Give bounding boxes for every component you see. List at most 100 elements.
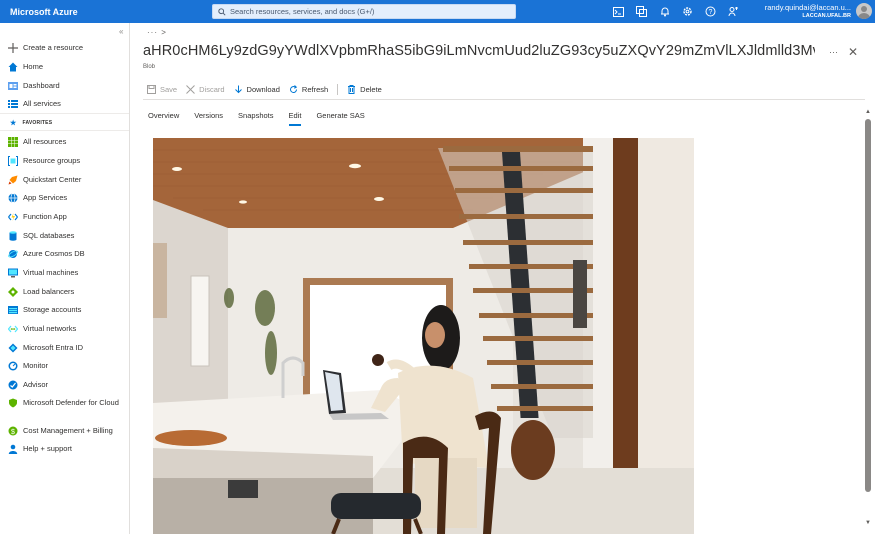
sidebar-item-storage-accounts[interactable]: Storage accounts: [8, 305, 81, 319]
user-tenant: LACCAN.UFAL.BR: [802, 13, 851, 19]
sidebar-item-label: Help + support: [23, 444, 72, 453]
sidebar-item-cost-management[interactable]: $ Cost Management + Billing: [8, 426, 113, 440]
feedback-icon[interactable]: [727, 5, 740, 18]
cloud-shell-icon[interactable]: [612, 5, 625, 18]
discard-button[interactable]: Discard: [186, 84, 225, 94]
sidebar-item-app-services[interactable]: App Services: [8, 193, 67, 207]
tab-overview[interactable]: Overview: [148, 111, 179, 126]
more-options-button[interactable]: ···: [829, 47, 838, 57]
tab-edit[interactable]: Edit: [288, 111, 302, 126]
blob-image-preview: [153, 138, 694, 534]
vertical-scrollbar-thumb[interactable]: [865, 119, 871, 492]
sidebar-item-label: Monitor: [23, 361, 49, 370]
trash-icon: [348, 84, 356, 94]
monitor-icon: [8, 268, 18, 278]
save-label: Save: [160, 84, 178, 94]
refresh-icon: [289, 84, 298, 93]
sidebar-item-label: Azure Cosmos DB: [23, 249, 85, 258]
sidebar-item-quickstart-center[interactable]: Quickstart Center: [8, 175, 81, 189]
refresh-button[interactable]: Refresh: [289, 85, 328, 94]
download-icon: [234, 85, 242, 93]
sidebar-item-load-balancers[interactable]: Load balancers: [8, 287, 74, 301]
close-icon[interactable]: ✕: [848, 45, 858, 59]
brand-link[interactable]: Microsoft Azure: [0, 7, 210, 17]
function-icon: [8, 212, 18, 222]
save-button[interactable]: Save: [147, 84, 178, 94]
toolbar-divider-line: [143, 99, 865, 100]
sidebar-item-advisor[interactable]: Advisor: [8, 380, 48, 394]
sidebar-item-all-services[interactable]: All services: [8, 99, 61, 113]
cosmos-icon: [8, 249, 18, 259]
kitchen-photo: [153, 138, 694, 534]
dashboard-icon: [8, 81, 18, 91]
main-content: ··· > aHR0cHM6Ly9zdG9yYWdlXVpbmRhaS5ibG9…: [131, 23, 875, 534]
person-help-icon: [8, 444, 18, 454]
global-search-input[interactable]: Search resources, services, and docs (G+…: [212, 4, 516, 19]
tab-generate-sas[interactable]: Generate SAS: [316, 111, 364, 126]
svg-text:$: $: [11, 429, 15, 436]
tab-snapshots[interactable]: Snapshots: [238, 111, 273, 126]
download-label: Download: [246, 84, 280, 94]
collapse-sidebar-icon[interactable]: «: [119, 27, 123, 36]
sidebar-item-virtual-machines[interactable]: Virtual machines: [8, 268, 78, 282]
svg-text:?: ?: [709, 9, 713, 16]
star-icon: ★: [10, 120, 17, 127]
sidebar-divider: [0, 130, 129, 131]
sidebar-item-create-resource[interactable]: Create a resource: [8, 43, 83, 57]
directory-filter-icon[interactable]: [635, 5, 648, 18]
sidebar-item-dashboard[interactable]: Dashboard: [8, 81, 60, 95]
account-menu[interactable]: randy.quindai@laccan.u... LACCAN.UFAL.BR: [765, 3, 851, 21]
sidebar-item-label: Dashboard: [23, 81, 60, 90]
resource-group-icon: [8, 156, 18, 166]
avatar[interactable]: [856, 3, 872, 19]
entra-icon: [8, 343, 18, 353]
sidebar-item-sql-databases[interactable]: SQL databases: [8, 231, 74, 245]
sidebar-item-virtual-networks[interactable]: Virtual networks: [7, 324, 77, 338]
sidebar-divider: [0, 113, 129, 114]
network-icon: [7, 324, 19, 334]
sidebar-item-all-resources[interactable]: All resources: [8, 137, 66, 151]
scroll-up-arrow-icon[interactable]: ▲: [865, 109, 871, 115]
close-icon: [186, 84, 195, 94]
sidebar-item-label: All services: [23, 99, 61, 108]
storage-icon: [8, 305, 18, 315]
toolbar-divider: [337, 83, 339, 95]
tab-strip: Overview Versions Snapshots Edit Generat…: [148, 111, 365, 126]
database-icon: [8, 231, 18, 241]
sidebar-item-resource-groups[interactable]: Resource groups: [8, 156, 80, 170]
sidebar-item-function-app[interactable]: Function App: [8, 212, 67, 226]
plus-icon: [8, 43, 18, 53]
sidebar-item-label: Microsoft Defender for Cloud: [23, 398, 119, 407]
sidebar-item-label: Cost Management + Billing: [23, 426, 113, 435]
sidebar-item-entra-id[interactable]: Microsoft Entra ID: [8, 343, 83, 357]
rocket-icon: [8, 175, 18, 185]
sidebar-item-home[interactable]: Home: [8, 62, 43, 76]
settings-gear-icon[interactable]: [681, 5, 694, 18]
sidebar-item-cosmos-db[interactable]: Azure Cosmos DB: [8, 249, 85, 263]
sidebar-item-label: Function App: [23, 212, 67, 221]
sidebar-item-label: Advisor: [23, 380, 49, 389]
sidebar-item-label: Virtual networks: [23, 324, 77, 333]
globe-icon: [8, 193, 18, 203]
grid-icon: [8, 137, 18, 147]
sidebar-item-monitor[interactable]: Monitor: [8, 361, 48, 375]
sidebar-item-label: Resource groups: [23, 156, 81, 165]
download-button[interactable]: Download: [234, 85, 280, 94]
page-title: aHR0cHM6Ly9zdG9yYWdlXVpbmRhaS5ibG9iLmNvc…: [143, 43, 815, 59]
user-name: randy.quindai@laccan.u...: [764, 3, 851, 12]
help-icon[interactable]: ?: [704, 5, 717, 18]
shield-icon: [8, 398, 18, 408]
sidebar-item-help-support[interactable]: Help + support: [8, 444, 72, 458]
tab-versions[interactable]: Versions: [194, 111, 223, 126]
list-icon: [8, 99, 18, 109]
delete-button[interactable]: Delete: [347, 84, 382, 94]
notifications-icon[interactable]: [658, 5, 671, 18]
sidebar-item-label: SQL databases: [23, 231, 75, 240]
sidebar-item-label: Create a resource: [23, 43, 84, 52]
breadcrumb[interactable]: ··· >: [147, 28, 167, 37]
scroll-down-arrow-icon[interactable]: ▼: [865, 520, 871, 526]
sidebar-item-label: Storage accounts: [23, 305, 82, 314]
sidebar-item-defender-for-cloud[interactable]: Microsoft Defender for Cloud: [8, 398, 126, 420]
delete-label: Delete: [360, 84, 382, 94]
search-icon: [218, 7, 226, 16]
